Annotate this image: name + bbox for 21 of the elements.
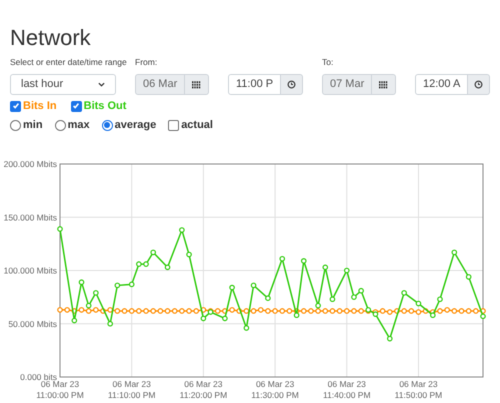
option-label: min: [23, 118, 43, 133]
page-title: Network: [9, 24, 92, 49]
x-axis-label: 06 Mar 23 11:30:00 PM: [251, 379, 299, 400]
x-axis-label: 06 Mar 23 11:10:00 PM: [108, 379, 156, 400]
y-axis-label: 200.000 Mbits: [4, 159, 57, 169]
option-label: actual: [181, 118, 213, 133]
range-label: Select or enter date/time range: [10, 57, 128, 68]
option-label: max: [68, 118, 90, 133]
series-label: Bits In: [23, 98, 57, 114]
y-axis-label: 100.000 Mbits: [4, 266, 57, 276]
option-label: average: [114, 118, 156, 133]
x-axis-label: 06 Mar 23 11:20:00 PM: [180, 379, 228, 400]
series-label: Bits Out: [84, 98, 126, 114]
x-axis-label: 06 Mar 23 11:00:00 PM: [36, 379, 84, 400]
y-axis-label: 50.000 Mbits: [8, 318, 57, 329]
x-axis-label: 06 Mar 23 11:40:00 PM: [323, 379, 371, 400]
x-axis-label: 06 Mar 23 11:50:00 PM: [394, 379, 442, 400]
from-label: From:: [135, 57, 158, 68]
y-axis-label: 0.000 bits: [20, 372, 57, 382]
to-label: To:: [322, 57, 334, 68]
y-axis-label: 150.000 Mbits: [4, 212, 57, 222]
